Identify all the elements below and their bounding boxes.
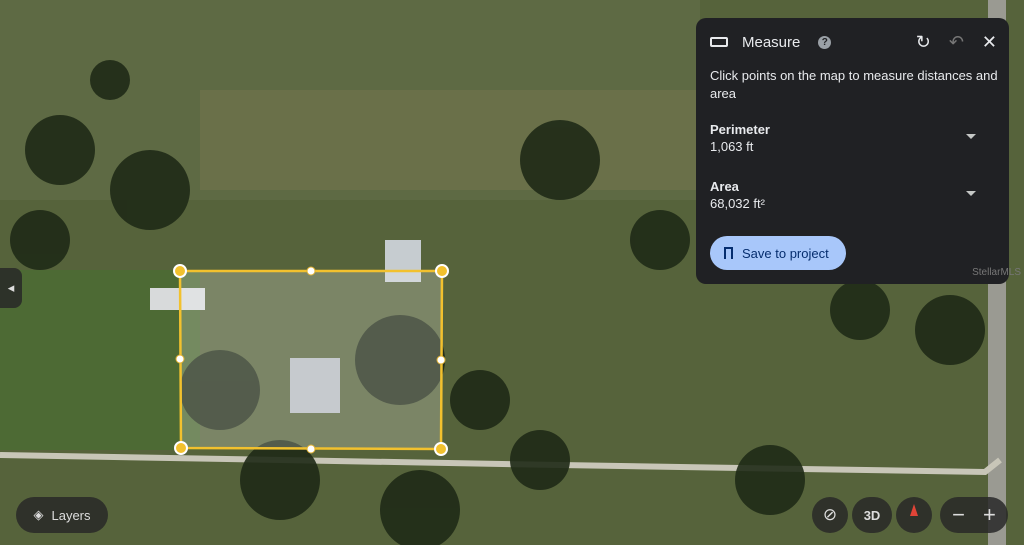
ruler-icon — [710, 37, 728, 47]
3d-toggle-button[interactable]: 3D — [852, 497, 892, 533]
zoom-controls: − + — [940, 497, 1008, 533]
compass-icon — [910, 504, 918, 516]
area-unit-dropdown[interactable] — [966, 191, 976, 196]
panel-title: Measure — [742, 33, 801, 51]
location-off-icon: ⊘ — [822, 505, 838, 524]
chevron-left-icon: ◂ — [7, 280, 15, 295]
measure-panel: Measure ? ↻ ↶ ✕ Click points on the map … — [696, 18, 1021, 284]
location-button[interactable]: ⊘ — [812, 497, 848, 533]
perimeter-unit-dropdown[interactable] — [966, 134, 976, 139]
layers-button[interactable]: ◈ Layers — [16, 497, 108, 533]
area-metric: Area 68,032 ft² — [710, 178, 765, 212]
perimeter-metric: Perimeter 1,063 ft — [710, 121, 770, 155]
zoom-out-button[interactable]: − — [952, 502, 965, 528]
reset-icon[interactable]: ↻ — [916, 32, 931, 53]
help-icon[interactable]: ? — [818, 35, 832, 49]
layers-icon: ◈ — [33, 507, 44, 522]
area-value: 68,032 ft² — [710, 196, 765, 211]
measured-polygon[interactable] — [173, 264, 449, 456]
watermark: StellarMLS — [972, 267, 1021, 278]
layers-label: Layers — [51, 507, 91, 523]
instructions: Click points on the map to measure dista… — [710, 68, 998, 101]
save-to-project-button[interactable]: Save to project — [710, 236, 846, 270]
bookmark-icon — [724, 247, 733, 259]
collapse-panel-button[interactable]: ◂ — [0, 268, 22, 308]
undo-icon[interactable]: ↶ — [949, 32, 964, 53]
compass-button[interactable] — [896, 497, 932, 533]
zoom-in-button[interactable]: + — [983, 502, 996, 528]
perimeter-value: 1,063 ft — [710, 139, 754, 154]
area-label: Area — [710, 179, 739, 194]
perimeter-label: Perimeter — [710, 122, 770, 137]
save-label: Save to project — [742, 245, 829, 261]
close-icon[interactable]: ✕ — [982, 32, 997, 53]
